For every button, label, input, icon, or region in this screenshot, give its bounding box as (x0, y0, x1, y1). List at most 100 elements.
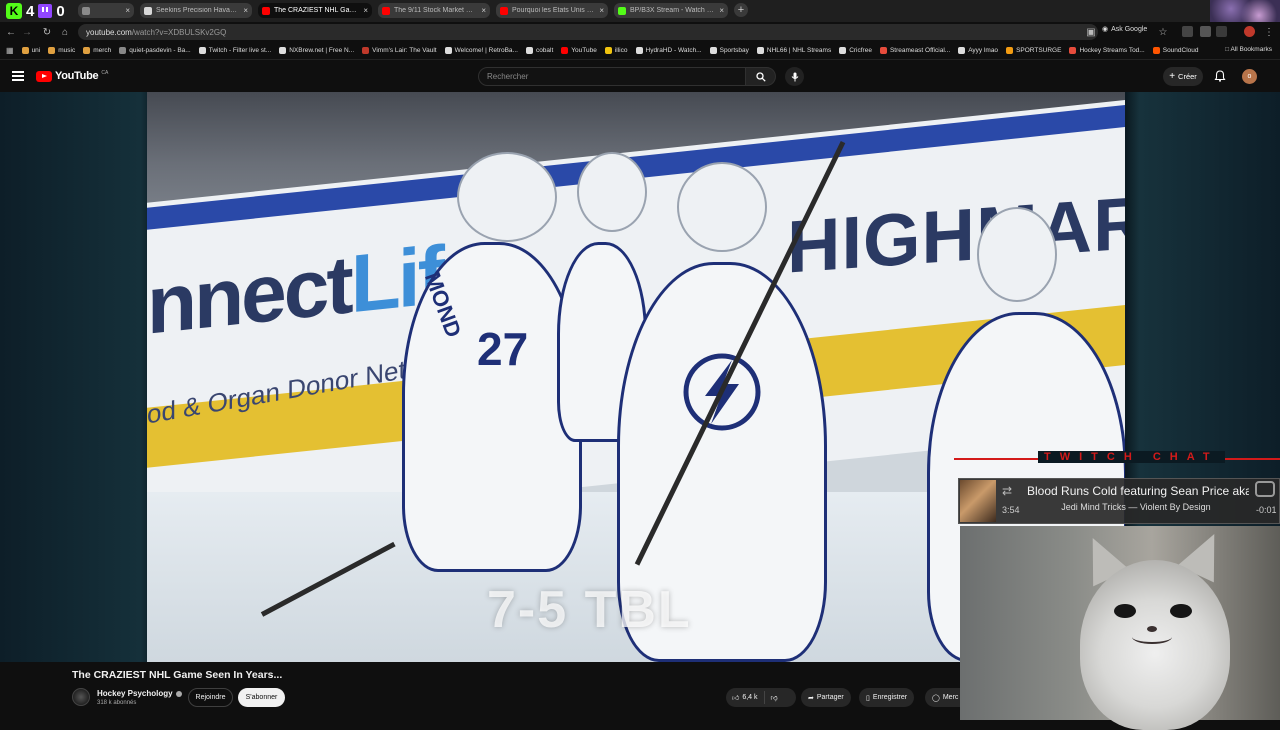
bookmark-favicon-icon (119, 47, 127, 54)
tab-close-icon[interactable]: × (363, 6, 368, 15)
bookmark-label: Ayyy lmao (968, 47, 999, 54)
player-right-helmet (977, 207, 1057, 302)
bookmark-item[interactable]: Sportsbay (709, 47, 749, 54)
home-icon[interactable]: ⌂ (58, 25, 72, 39)
bookmark-item[interactable]: YouTube (561, 47, 597, 54)
bookmark-favicon-icon (839, 47, 847, 54)
extensions-puzzle-icon[interactable] (1200, 26, 1211, 37)
youtube-logo[interactable]: YouTube CA (36, 70, 108, 82)
channel-name-link[interactable]: Hockey Psychology (97, 689, 182, 698)
twitch-logo-icon (38, 4, 53, 18)
tab-title: The 9/11 Stock Market Conspi (394, 7, 477, 14)
bookmark-favicon-icon (604, 47, 612, 54)
like-dislike-group: 👍︎ 6,4 k 👎︎ (726, 688, 796, 707)
song-elapsed: 3:54 (1002, 505, 1020, 515)
join-button[interactable]: Rejoindre (188, 688, 233, 707)
notifications-bell-icon[interactable] (1214, 70, 1226, 82)
bookmark-item[interactable]: illico (604, 47, 628, 54)
bookmark-item[interactable]: Welcome! | RetroBa... (444, 47, 518, 54)
search-button[interactable] (746, 67, 776, 86)
bookmark-label: Vimm's Lair: The Vault (372, 47, 437, 54)
like-count: 6,4 k (742, 694, 758, 701)
bookmark-favicon-icon (83, 47, 91, 54)
bookmark-favicon-icon (1152, 47, 1160, 54)
tab-favicon-icon (262, 6, 270, 15)
bookmark-item[interactable]: SPORTSURGE (1006, 47, 1061, 54)
thumbs-up-icon: 👍︎ (732, 695, 740, 702)
tab-close-icon[interactable]: × (719, 6, 724, 15)
bookmark-item[interactable]: Streameast Official... (879, 47, 951, 54)
browser-tab[interactable]: BP/B3X Stream - Watch Live o × (614, 3, 728, 18)
menu-icon[interactable] (12, 71, 24, 81)
share-button[interactable]: ➦ Partager (801, 688, 851, 707)
bookmark-favicon-icon (561, 47, 569, 54)
extension-icon[interactable] (1182, 26, 1193, 37)
bookmark-item[interactable]: Ayyy lmao (958, 47, 998, 54)
install-app-icon[interactable]: ▣ (1084, 25, 1098, 39)
tab-favicon-icon (382, 6, 390, 15)
side-panel-icon[interactable] (1216, 26, 1227, 37)
bookmark-label: Cricfree (849, 47, 872, 54)
dislike-button[interactable]: 👎︎ (765, 693, 784, 702)
browser-menu-icon[interactable]: ⋮ (1262, 25, 1276, 39)
voice-search-button[interactable] (785, 67, 804, 86)
browser-tab[interactable]: The CRAZIEST NHL Game – × (258, 3, 372, 18)
song-title: Blood Runs Cold featuring Sean Price aka… (1027, 484, 1249, 498)
album-art (960, 480, 996, 522)
song-remaining: -0:01 (1256, 505, 1277, 515)
subscribe-button[interactable]: S'abonner (238, 688, 285, 707)
tab-close-icon[interactable]: × (599, 6, 604, 15)
browser-tab[interactable]: The 9/11 Stock Market Conspi × (378, 3, 490, 18)
bookmark-item[interactable]: HydraHD - Watch... (635, 47, 702, 54)
forward-icon[interactable]: → (20, 25, 34, 39)
back-icon[interactable]: ← (4, 25, 18, 39)
kick-logo-icon: K (6, 3, 22, 19)
address-bar[interactable]: youtube.com/watch?v=XDBULSKv2GQ (78, 24, 1098, 40)
bookmark-item[interactable]: music (48, 47, 75, 54)
twitch-count: 0 (56, 2, 65, 20)
all-bookmarks-folder[interactable]: □ All Bookmarks (1225, 46, 1272, 53)
bookmark-item[interactable]: Twitch - Filter live st... (198, 47, 271, 54)
browser-tab[interactable]: Seekins Precision Havak PH3 – × (140, 3, 252, 18)
like-button[interactable]: 👍︎ 6,4 k (726, 691, 765, 704)
bookmark-star-icon[interactable]: ☆ (1156, 25, 1170, 39)
bookmark-favicon-icon (198, 47, 206, 54)
lens-icon: ◉ (1102, 26, 1109, 33)
bookmark-item[interactable]: NXBrew.net | Free N... (279, 47, 354, 54)
bookmark-item[interactable]: Vimm's Lair: The Vault (362, 47, 437, 54)
bookmark-favicon-icon (362, 47, 370, 54)
reload-icon[interactable]: ↻ (40, 25, 54, 39)
profile-icon[interactable] (1244, 26, 1255, 37)
bookmark-label: Streameast Official... (889, 47, 951, 54)
thumbs-down-icon: 👎︎ (770, 695, 778, 702)
thanks-button[interactable]: ◯ Merc (925, 688, 960, 707)
cat-eye-right (1170, 604, 1192, 618)
repeat-icon (1255, 481, 1275, 497)
bookmark-item[interactable]: SoundCloud (1152, 47, 1199, 54)
bookmark-label: SoundCloud (1162, 47, 1199, 54)
browser-tab[interactable]: Pourquoi les Etats Unis attaqu × (496, 3, 608, 18)
bookmark-item[interactable]: NHL66 | NHL Streams (756, 47, 831, 54)
bookmark-item[interactable]: uni (21, 47, 40, 54)
browser-tab[interactable]: × (78, 3, 134, 18)
player-middle-helmet (577, 152, 647, 232)
tab-close-icon[interactable]: × (481, 6, 486, 15)
account-avatar[interactable]: o (1242, 69, 1257, 84)
create-button[interactable]: + Créer (1163, 67, 1203, 86)
tab-close-icon[interactable]: × (125, 6, 130, 15)
bookmark-item[interactable]: cobalt (525, 47, 553, 54)
bookmark-item[interactable]: quiet-pasdevin - Ba... (119, 47, 191, 54)
bookmark-item[interactable]: merch (83, 47, 111, 54)
bookmark-item[interactable]: Cricfree (839, 47, 872, 54)
save-button[interactable]: ▯ Enregistrer (859, 688, 915, 707)
search-input[interactable]: Rechercher (478, 67, 746, 86)
new-tab-button[interactable]: + (734, 3, 748, 17)
ask-google-button[interactable]: ◉ Ask Google (1102, 25, 1147, 34)
bookmark-item[interactable]: Hockey Streams Tod... (1069, 47, 1145, 54)
search-placeholder: Rechercher (487, 72, 529, 81)
channel-avatar[interactable] (72, 688, 90, 706)
tab-close-icon[interactable]: × (243, 6, 248, 15)
youtube-wordmark: YouTube (55, 70, 99, 82)
apps-grid-icon[interactable]: ▦ (6, 46, 14, 55)
browser-theme-art (1210, 0, 1280, 22)
